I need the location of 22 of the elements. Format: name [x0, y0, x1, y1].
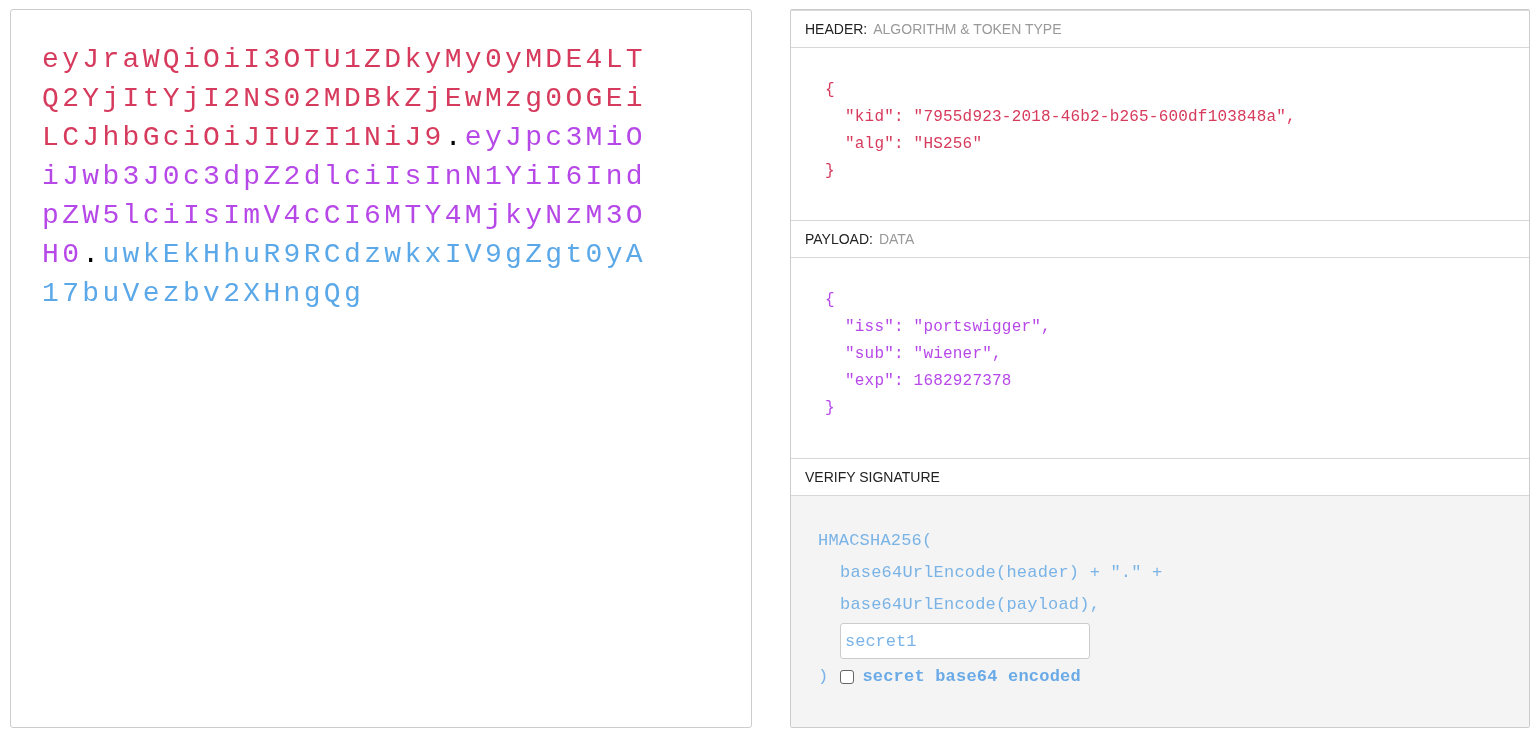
checkbox[interactable]	[840, 670, 855, 684]
section-subtitle: ALGORITHM & TOKEN TYPE	[873, 21, 1062, 37]
secret-input[interactable]: secret1	[840, 623, 1090, 659]
json-brace: {	[825, 290, 836, 311]
section-title: PAYLOAD:	[805, 231, 873, 247]
function-argument: base64UrlEncode(payload),	[839, 594, 1102, 616]
json-entry: "exp": 1682927378	[844, 371, 1013, 392]
section-title: VERIFY SIGNATURE	[805, 469, 940, 485]
encoded-token: eyJraWQiOiI3OTU1ZDkyMy0yMDE4LTQ2YjItYjI2NS02MDBkZjEwMzg0OGEiLCJhbGciOiJIUzI1NiJ9.eyJpc3MiOiJwb3J0c3dpZ2dlciIsInN1YiI6IndpZW5lciIsImV4cCI6MTY4MjkyNzM3OH0.uwkEkHhuR9RCdzwkxIV9gZgt0yA17buVezbv2XHngQg	[42, 43, 647, 311]
section-title: HEADER:	[805, 21, 868, 37]
json-entry: "kid": "7955d923-2018-46b2-b265-600df103848a",	[844, 107, 1297, 128]
json-entry: "sub": "wiener",	[844, 344, 1003, 365]
json-brace: }	[825, 398, 836, 419]
section-subtitle: DATA	[878, 231, 915, 247]
json-entry: "alg": "HS256"	[844, 134, 984, 155]
json-entry: "iss": "portswigger",	[844, 317, 1052, 338]
checkbox-label[interactable]: secret base64 encoded	[862, 661, 1081, 693]
function-name: HMACSHA256(	[818, 530, 934, 552]
json-brace: }	[825, 161, 836, 182]
function-argument: base64UrlEncode(header) + "." +	[839, 562, 1164, 584]
json-brace: {	[825, 80, 836, 101]
closing-paren: )	[818, 666, 829, 688]
